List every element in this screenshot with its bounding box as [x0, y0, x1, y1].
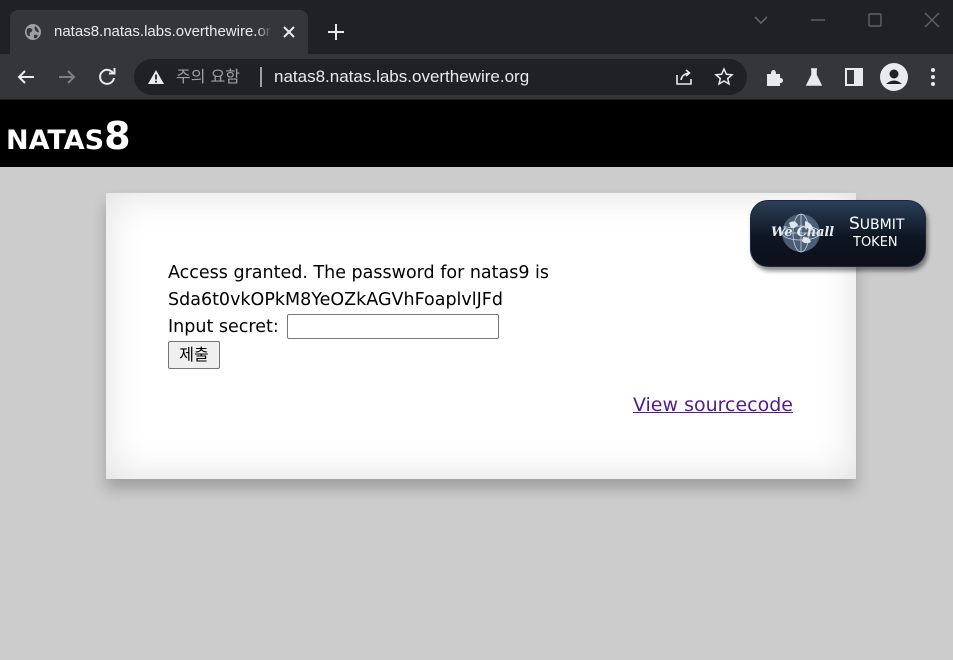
wechall-logo-text: We Chall	[771, 225, 834, 240]
extensions-puzzle-icon[interactable]	[763, 66, 785, 88]
share-icon[interactable]	[674, 67, 694, 87]
security-warning-label[interactable]: 주의 요함	[176, 67, 240, 87]
secret-input[interactable]	[287, 314, 499, 339]
more-menu-icon[interactable]	[922, 66, 944, 88]
profile-avatar[interactable]	[880, 63, 908, 91]
url-text[interactable]: natas8.natas.labs.overthewire.org	[274, 67, 529, 87]
maximize-icon[interactable]	[865, 10, 885, 30]
view-sourcecode-link[interactable]: View sourcecode	[633, 393, 793, 417]
wechall-submit-token-button[interactable]: We Chall SUBMIT TOKEN	[750, 200, 926, 267]
address-bar[interactable]: 주의 요함 natas8.natas.labs.overthewire.org	[134, 59, 747, 95]
browser-toolbar: 주의 요함 natas8.natas.labs.overthewire.org	[0, 54, 953, 100]
site-title-number: 8	[104, 114, 131, 158]
wechall-submit-label: SUBMIT	[849, 213, 904, 236]
new-tab-icon[interactable]	[325, 21, 347, 43]
tab-search-icon[interactable]	[751, 10, 771, 30]
address-separator	[260, 67, 262, 87]
globe-icon	[25, 24, 41, 40]
labs-flask-icon[interactable]	[803, 66, 825, 88]
side-panel-icon[interactable]	[843, 66, 865, 88]
secret-label: Input secret:	[168, 317, 279, 337]
reload-icon[interactable]	[95, 65, 119, 89]
back-arrow-icon[interactable]	[14, 65, 38, 89]
close-tab-icon[interactable]	[280, 23, 298, 41]
password-text: Sda6t0vkOPkM8YeOZkAGVhFoaplvlJFd	[168, 290, 503, 310]
warning-icon[interactable]	[147, 69, 165, 85]
site-title: NATAS8	[6, 114, 131, 158]
wechall-submit-initial: S	[849, 214, 860, 234]
tab-title: natas8.natas.labs.overthewire.org	[54, 22, 272, 42]
site-title-text: NATAS	[6, 125, 105, 156]
close-window-icon[interactable]	[922, 10, 942, 30]
access-message: Access granted. The password for natas9 …	[168, 260, 618, 314]
forward-arrow-icon[interactable]	[55, 65, 79, 89]
submit-button[interactable]: 제출	[168, 341, 220, 369]
wechall-token-label: TOKEN	[853, 235, 898, 250]
browser-tab[interactable]: natas8.natas.labs.overthewire.org	[10, 10, 308, 54]
page-header: NATAS8	[0, 100, 953, 167]
profile-person-icon	[886, 69, 902, 84]
access-granted-text: Access granted. The password for natas9 …	[168, 263, 550, 283]
bookmark-star-icon[interactable]	[714, 67, 734, 87]
minimize-icon[interactable]	[808, 10, 828, 30]
browser-tab-strip: natas8.natas.labs.overthewire.org	[0, 0, 953, 54]
content-panel: Access granted. The password for natas9 …	[106, 193, 856, 479]
wechall-submit-rest: UBMIT	[859, 217, 905, 233]
